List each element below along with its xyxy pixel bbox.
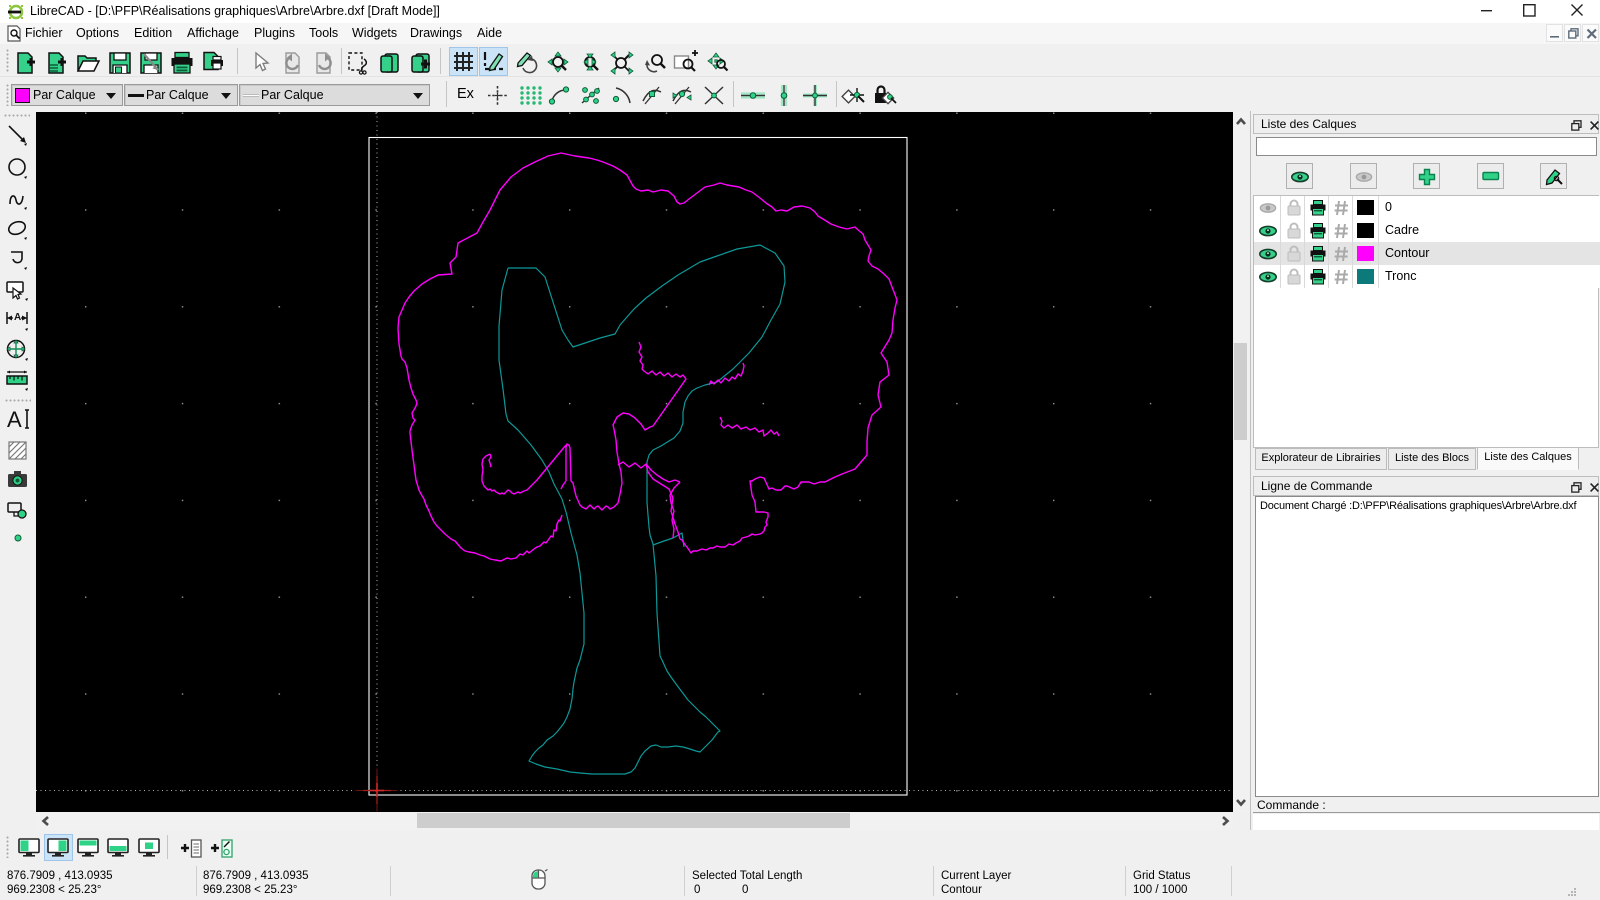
svg-text:A: A (7, 407, 22, 432)
svg-text:A: A (14, 312, 21, 323)
